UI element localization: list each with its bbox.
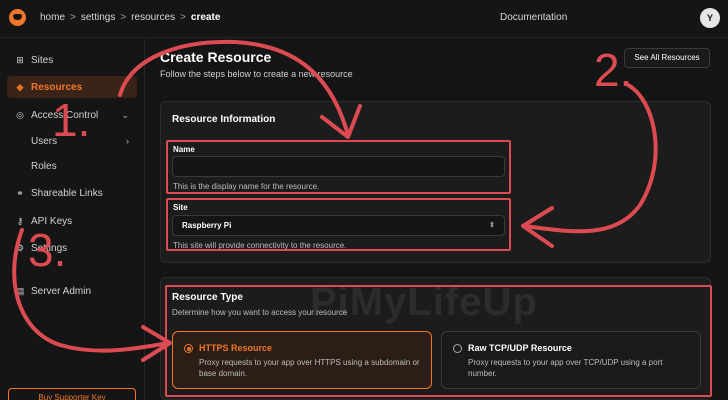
annotation-overlay: 1. 2. 3. — [12, 39, 658, 362]
step1-label: 1. — [52, 94, 90, 146]
step1-arrow — [118, 39, 350, 137]
step2-label: 2. — [594, 44, 632, 96]
step3-label: 3. — [28, 224, 66, 276]
step2-arrow — [523, 83, 658, 234]
